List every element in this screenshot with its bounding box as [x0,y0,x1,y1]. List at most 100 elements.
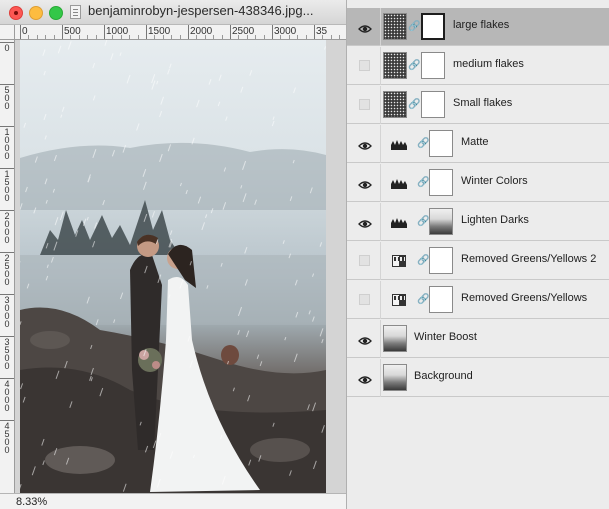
ruler-tick [272,25,273,39]
ruler-minor-tick [78,35,80,39]
ruler-minor-tick [221,35,223,39]
link-icon[interactable]: 🔗 [417,254,429,268]
ruler-minor-tick [288,35,290,39]
ruler-label: 4500 [4,421,10,455]
ruler-minor-tick [305,35,307,39]
layer-mask-thumbnail[interactable] [429,208,453,235]
link-icon[interactable]: 🔗 [408,20,420,34]
vertical-ruler[interactable]: 0 500 1000 1500 2000 2500 3000 3500 4000 4500 [0,40,15,493]
horizontal-ruler[interactable]: 0 500 1000 1500 2000 2500 3000 35 [0,25,346,40]
layer-row[interactable]: 🔗 Removed Greens/Yellows [347,281,609,319]
layer-mask-thumbnail[interactable] [429,247,453,274]
layer-mask-thumbnail[interactable] [421,91,445,118]
minimize-window-button[interactable] [29,6,43,20]
ruler-minor-tick [154,35,156,39]
ruler-minor-tick [179,35,181,39]
link-icon[interactable]: 🔗 [408,98,420,112]
ruler-minor-tick [339,35,341,39]
curves-adjustment-icon[interactable] [390,138,408,150]
layer-name[interactable]: Background [414,370,473,382]
eye-icon[interactable] [358,216,372,228]
ruler-minor-tick [28,35,30,39]
eye-icon[interactable] [358,138,372,150]
ruler-label: 1500 [148,26,171,37]
column-divider [380,86,381,124]
layer-name[interactable]: large flakes [453,19,509,31]
layer-row[interactable]: 🔗 Winter Colors [347,164,609,202]
layer-name[interactable]: Small flakes [453,97,512,109]
zoom-level[interactable]: 8.33% [16,496,47,508]
eye-icon[interactable] [358,372,372,384]
ruler-label: 500 [4,85,10,111]
gradient-map-icon[interactable] [392,255,406,267]
layer-mask-thumbnail[interactable] [429,130,453,157]
ruler-label: 0 [22,26,28,37]
noise-thumbnail[interactable] [383,91,407,118]
layer-row[interactable]: 🔗 Matte [347,125,609,163]
ruler-label: 3000 [4,295,10,329]
layer-name[interactable]: Removed Greens/Yellows 2 [461,253,596,265]
layer-mask-thumbnail[interactable] [429,286,453,313]
photo-thumbnail[interactable] [383,364,407,391]
ruler-label: 1000 [106,26,129,37]
layer-row[interactable]: Winter Boost [347,320,609,358]
ruler-origin[interactable] [0,25,15,40]
noise-thumbnail[interactable] [383,13,407,40]
status-bar: 8.33% [0,493,346,509]
link-icon[interactable]: 🔗 [417,137,429,151]
ruler-label: 1000 [4,127,10,161]
visibility-toggle[interactable] [359,99,370,110]
layer-mask-thumbnail[interactable] [421,13,445,40]
eye-icon[interactable] [358,21,372,33]
layer-name[interactable]: Winter Colors [461,175,528,187]
layer-row[interactable]: 🔗 Small flakes [347,86,609,124]
layer-row[interactable]: 🔗 large flakes [347,8,609,46]
layer-row[interactable]: 🔗 Removed Greens/Yellows 2 [347,242,609,280]
curves-adjustment-icon[interactable] [390,216,408,228]
column-divider [380,242,381,280]
maximize-window-button[interactable] [49,6,63,20]
layer-row[interactable]: 🔗 Lighten Darks [347,203,609,241]
layer-mask-thumbnail[interactable] [421,52,445,79]
layer-name[interactable]: Matte [461,136,489,148]
ruler-minor-tick [70,35,72,39]
ruler-minor-tick [137,35,139,39]
ruler-minor-tick [36,35,38,39]
ruler-tick [146,25,147,39]
layer-row[interactable]: Background [347,359,609,397]
visibility-toggle[interactable] [359,294,370,305]
document-window: benjaminrobyn-jespersen-438346.jpg... 0 5… [0,0,347,509]
layer-name[interactable]: Removed Greens/Yellows [461,292,587,304]
visibility-toggle[interactable] [359,60,370,71]
link-icon[interactable]: 🔗 [417,215,429,229]
layer-row[interactable]: 🔗 medium flakes [347,47,609,85]
ruler-minor-tick [53,35,55,39]
ruler-minor-tick [87,35,89,39]
ruler-minor-tick [330,35,332,39]
column-divider [380,47,381,85]
canvas-area[interactable] [15,40,346,494]
column-divider [380,164,381,202]
document-titlebar[interactable]: benjaminrobyn-jespersen-438346.jpg... [0,0,346,25]
ruler-label: 2500 [232,26,255,37]
link-icon[interactable]: 🔗 [417,176,429,190]
eye-icon[interactable] [358,333,372,345]
photo-thumbnail[interactable] [383,325,407,352]
gradient-map-icon[interactable] [392,294,406,306]
ruler-tick [20,25,21,39]
layer-name[interactable]: Lighten Darks [461,214,529,226]
ruler-minor-tick [213,35,215,39]
wedding-photo-canvas[interactable] [20,40,326,494]
layer-name[interactable]: medium flakes [453,58,524,70]
eye-icon[interactable] [358,177,372,189]
layer-name[interactable]: Winter Boost [414,331,477,343]
layer-mask-thumbnail[interactable] [429,169,453,196]
visibility-toggle[interactable] [359,255,370,266]
ruler-minor-tick [322,35,324,39]
close-window-button[interactable] [9,6,23,20]
noise-thumbnail[interactable] [383,52,407,79]
link-icon[interactable]: 🔗 [408,59,420,73]
link-icon[interactable]: 🔗 [417,293,429,307]
ruler-minor-tick [246,35,248,39]
curves-adjustment-icon[interactable] [390,177,408,189]
